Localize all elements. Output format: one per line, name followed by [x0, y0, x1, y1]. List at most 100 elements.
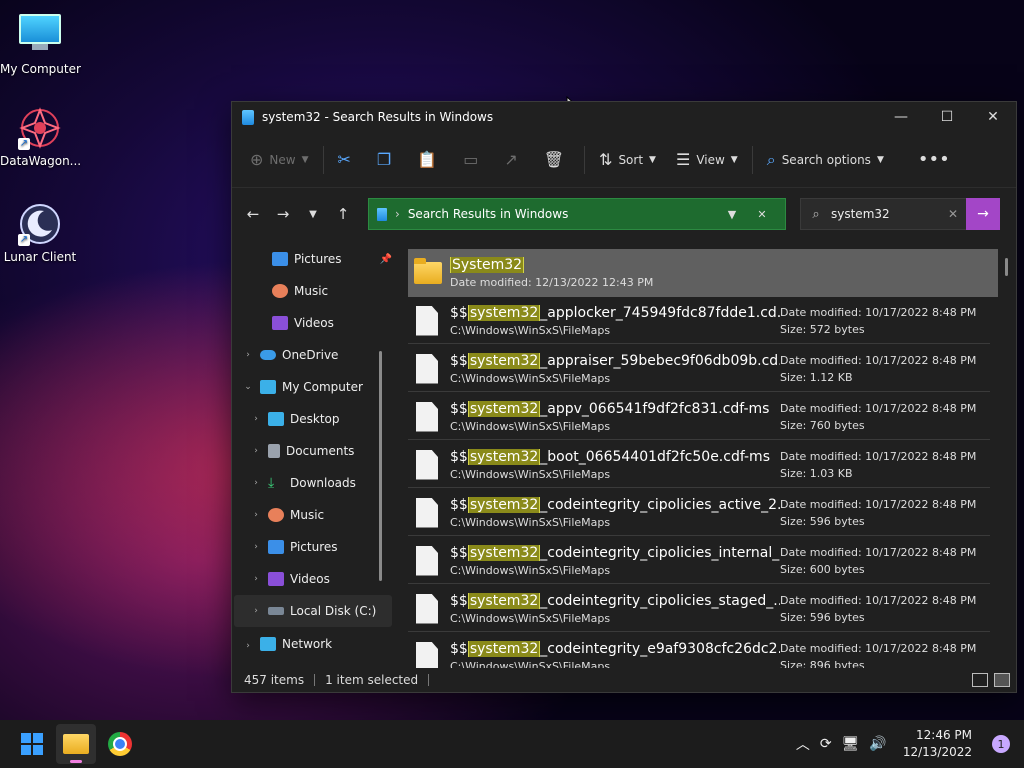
result-name-prefix: $$ [450, 448, 468, 465]
result-date: Date modified: 10/17/2022 8:48 PM [780, 401, 977, 415]
start-button[interactable] [12, 724, 52, 764]
file-icon [416, 305, 438, 336]
monitor-icon [18, 14, 62, 58]
result-size: Size: 1.03 KB [780, 466, 853, 480]
result-path: C:\Windows\WinSxS\FileMaps [450, 467, 611, 481]
result-date: Date modified: 10/17/2022 8:48 PM [780, 305, 977, 319]
shortcut-arrow-icon: ↗ [18, 138, 30, 150]
result-row-file[interactable]: $$ system32 _applocker_745949fdc87fdde1.cd… [408, 298, 990, 344]
result-row-file[interactable]: $$ system32 _codeintegrity_cipolicies_inte… [408, 538, 990, 584]
result-name: $$ system32 _codeintegrity_cipolicies_acti… [450, 496, 780, 513]
result-name: $$ system32 _appraiser_59bebec9f06db09b.cd… [450, 352, 780, 369]
lunar-client-icon: ↗ [18, 202, 62, 246]
taskbar: ︿ ⟳ 🖥 🔊 12:46 PM 12/13/2022 1 [0, 720, 1024, 768]
notification-badge[interactable]: 1 [992, 735, 1010, 753]
result-name-suffix: _boot_06654401df2fc50e.cdf-ms [540, 448, 770, 465]
result-size: Size: 596 bytes [780, 610, 865, 624]
result-name-highlight: system32 [467, 496, 541, 513]
result-row-file[interactable]: $$ system32 _appraiser_59bebec9f06db09b.cd… [408, 346, 990, 392]
desktop-icon-label: My Computer [0, 62, 81, 76]
result-path: C:\Windows\WinSxS\FileMaps [450, 371, 611, 385]
tiles-view-button[interactable] [994, 673, 1010, 687]
result-date: Date modified: 10/17/2022 8:48 PM [780, 545, 977, 559]
datawagon-icon: ↗ [18, 106, 62, 150]
desktop-icon-label: DataWagon... [0, 154, 82, 168]
result-name: $$ system32 _boot_06654401df2fc50e.cdf-ms [450, 448, 780, 465]
result-size: Size: 896 bytes [780, 658, 865, 669]
result-date: Date modified: 10/17/2022 8:48 PM [780, 449, 977, 463]
result-name-highlight: system32 [467, 304, 541, 321]
result-name: $$ system32 _appv_066541f9df2fc831.cdf-ms [450, 400, 780, 417]
result-name-suffix: _codeintegrity_e9af9308cfc26dc2.... [540, 640, 780, 657]
clock-time: 12:46 PM [916, 728, 972, 742]
clock-date: 12/13/2022 [902, 745, 972, 759]
clock[interactable]: 12:46 PM 12/13/2022 [903, 727, 972, 761]
result-path: C:\Windows\WinSxS\FileMaps [450, 515, 611, 529]
volume-icon[interactable]: 🔊 [869, 736, 886, 752]
result-row-file[interactable]: $$ system32 _codeintegrity_cipolicies_stag… [408, 586, 990, 632]
result-name-highlight: system32 [467, 544, 541, 561]
result-path: C:\Windows\WinSxS\FileMaps [450, 419, 611, 433]
result-name-prefix: $$ [450, 304, 468, 321]
windows-logo-icon [21, 733, 43, 755]
result-name-suffix: _codeintegrity_cipolicies_active_2... [540, 496, 780, 513]
result-date: Date modified: 10/17/2022 8:48 PM [780, 593, 977, 607]
result-name-prefix: $$ [450, 640, 468, 657]
network-icon[interactable]: 🖥 [842, 736, 860, 752]
file-icon [416, 401, 438, 432]
result-name-highlight: system32 [467, 640, 541, 657]
system-tray: ︿ ⟳ 🖥 🔊 12:46 PM 12/13/2022 1 [796, 727, 1024, 761]
results-list: $$ system32 _applocker_745949fdc87fdde1.cd… [232, 102, 1016, 668]
file-icon [416, 449, 438, 480]
item-count: 457 items [244, 673, 305, 687]
result-name-prefix: $$ [450, 544, 468, 561]
result-path: C:\Windows\WinSxS\FileMaps [450, 323, 611, 337]
update-icon[interactable]: ⟳ [820, 736, 832, 752]
result-name-highlight: system32 [467, 448, 541, 465]
desktop-icon-label: Lunar Client [3, 250, 77, 264]
file-icon [416, 497, 438, 528]
result-row-file[interactable]: $$ system32 _appv_066541f9df2fc831.cdf-ms C… [408, 394, 990, 440]
status-bar: 457 items 1 item selected [232, 668, 1016, 692]
taskbar-file-explorer[interactable] [56, 724, 96, 764]
file-icon [416, 641, 438, 668]
result-name-highlight: system32 [467, 592, 541, 609]
desktop-icon-my-computer[interactable]: My Computer [0, 10, 81, 76]
file-icon [416, 353, 438, 384]
result-row-file[interactable]: $$ system32 _boot_06654401df2fc50e.cdf-ms C… [408, 442, 990, 488]
result-name: $$ system32 _applocker_745949fdc87fdde1.cd… [450, 304, 780, 321]
results-scrollbar[interactable] [1005, 258, 1008, 276]
result-name-highlight: system32 [467, 400, 541, 417]
shortcut-arrow-icon: ↗ [18, 234, 30, 246]
taskbar-chrome[interactable] [100, 724, 140, 764]
result-name-suffix: _codeintegrity_cipolicies_staged_... [540, 592, 780, 609]
result-name-highlight: system32 [467, 352, 541, 369]
result-size: Size: 572 bytes [780, 322, 865, 336]
result-name: $$ system32 _codeintegrity_cipolicies_stag… [450, 592, 780, 609]
details-view-button[interactable] [972, 673, 988, 687]
result-row-file[interactable]: $$ system32 _codeintegrity_e9af9308cfc26dc… [408, 634, 990, 668]
result-name-prefix: $$ [450, 352, 468, 369]
chevron-up-icon[interactable]: ︿ [796, 734, 810, 754]
result-name-suffix: _appv_066541f9df2fc831.cdf-ms [540, 400, 770, 417]
result-path: C:\Windows\WinSxS\FileMaps [450, 611, 611, 625]
result-name-suffix: _appraiser_59bebec9f06db09b.cd... [540, 352, 780, 369]
file-icon [416, 593, 438, 624]
result-path: C:\Windows\WinSxS\FileMaps [450, 563, 611, 577]
result-name-suffix: _codeintegrity_cipolicies_internal_... [540, 544, 780, 561]
result-name-prefix: $$ [450, 592, 468, 609]
result-row-file[interactable]: $$ system32 _codeintegrity_cipolicies_acti… [408, 490, 990, 536]
result-size: Size: 596 bytes [780, 514, 865, 528]
file-icon [416, 545, 438, 576]
result-size: Size: 600 bytes [780, 562, 865, 576]
folder-icon [63, 734, 89, 754]
selection-count: 1 item selected [325, 673, 419, 687]
result-size: Size: 1.12 KB [780, 370, 853, 384]
result-name: $$ system32 _codeintegrity_e9af9308cfc26dc… [450, 640, 780, 657]
result-name-prefix: $$ [450, 400, 468, 417]
result-path: C:\Windows\WinSxS\FileMaps [450, 659, 611, 669]
result-date: Date modified: 10/17/2022 8:48 PM [780, 497, 977, 511]
desktop-icon-datawagon[interactable]: ↗ DataWagon... [0, 106, 82, 168]
desktop-icon-lunar-client[interactable]: ↗ Lunar Client [0, 202, 80, 264]
result-name-prefix: $$ [450, 496, 468, 513]
